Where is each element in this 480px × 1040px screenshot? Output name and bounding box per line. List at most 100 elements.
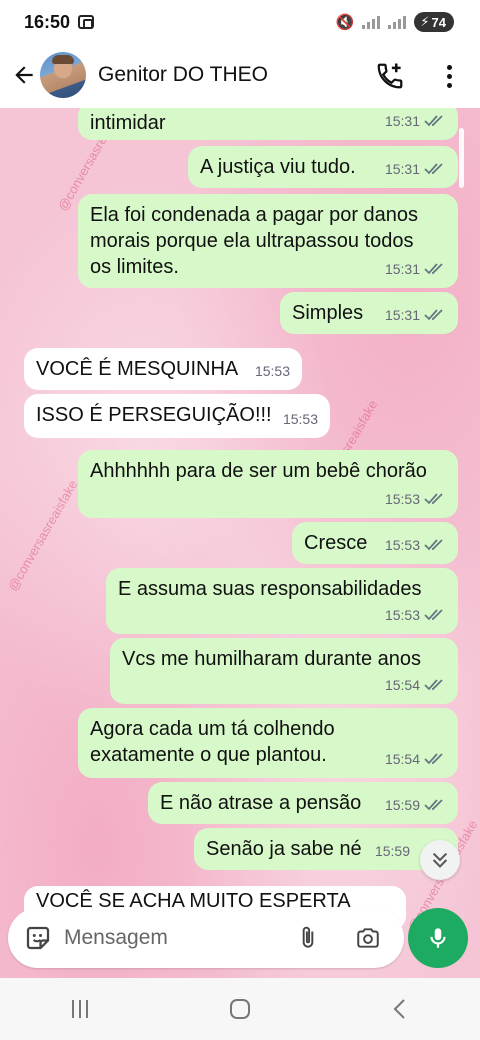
message-text: E não atrase a pensão xyxy=(160,792,362,814)
microphone-icon xyxy=(430,928,446,948)
system-navigation-bar xyxy=(0,978,480,1040)
message-bubble-outgoing[interactable]: Ahhhhhh para de ser um bebê chorão 15:53 xyxy=(78,450,458,518)
paperclip-icon xyxy=(302,926,314,948)
message-bubble-outgoing[interactable]: E assuma suas responsabilidades 15:53 xyxy=(106,568,458,634)
message-bubble-outgoing[interactable]: Senão ja sabe né 15:59 xyxy=(194,828,458,870)
message-text: Senão ja sabe né xyxy=(206,838,362,860)
message-text: Ahhhhhh para de ser um bebê chorão xyxy=(90,460,427,482)
message-meta: 15:53 xyxy=(385,532,446,558)
scroll-to-bottom-button[interactable] xyxy=(420,840,460,880)
message-bubble-incoming[interactable]: ISSO É PERSEGUIÇÃO!!! 15:53 xyxy=(24,394,330,438)
message-time: 15:53 xyxy=(384,607,420,623)
message-time: 15:54 xyxy=(384,677,420,693)
signal-icon xyxy=(362,15,381,29)
message-time: 15:53 xyxy=(254,363,290,379)
message-time: 15:59 xyxy=(374,843,410,859)
message-meta: 15:31 xyxy=(385,156,446,182)
status-bar: 16:50 🔇 ⚡ 74 xyxy=(0,0,480,44)
home-icon xyxy=(230,999,250,1019)
read-ticks-icon xyxy=(424,609,443,621)
sticker-icon xyxy=(26,926,50,950)
message-time: 15:53 xyxy=(384,537,420,553)
sticker-button[interactable] xyxy=(14,914,62,962)
message-time: 15:31 xyxy=(384,261,420,277)
signal-icon-2 xyxy=(388,15,407,29)
message-meta: 15:53 xyxy=(385,486,446,512)
message-time: 15:54 xyxy=(384,751,420,767)
camera-icon xyxy=(357,928,379,948)
recent-apps-icon xyxy=(72,1000,88,1018)
contact-name[interactable]: Genitor DO THEO xyxy=(98,63,268,87)
back-chevron-icon xyxy=(393,999,405,1019)
battery-level: 74 xyxy=(431,14,446,30)
message-bubble-outgoing[interactable]: Agora cada um tá colhendo exatamente o q… xyxy=(78,708,458,778)
message-composer xyxy=(8,908,404,968)
read-ticks-icon xyxy=(424,163,443,175)
camera-button[interactable] xyxy=(350,920,386,956)
message-input[interactable] xyxy=(64,926,284,950)
message-meta: 15:53 xyxy=(385,602,446,628)
chat-header: Genitor DO THEO xyxy=(0,44,480,106)
status-time: 16:50 xyxy=(24,11,71,32)
message-text: Simples xyxy=(292,302,364,324)
message-bubble-outgoing[interactable]: Cresce 15:53 xyxy=(292,522,458,564)
message-bubble-outgoing[interactable]: Ela foi condenada a pagar por danos mora… xyxy=(78,194,458,288)
read-ticks-icon xyxy=(424,309,443,321)
message-meta: 15:31 xyxy=(385,256,446,282)
message-bubble-outgoing[interactable]: intimidar 15:31 xyxy=(78,108,458,140)
message-meta: 15:31 xyxy=(385,108,446,134)
message-bubble-outgoing[interactable]: Vcs me humilharam durante anos 15:54 xyxy=(110,638,458,704)
read-ticks-icon xyxy=(424,115,443,127)
phone-add-icon xyxy=(377,63,403,89)
read-ticks-icon xyxy=(424,493,443,505)
attach-button[interactable] xyxy=(290,920,326,956)
scrollbar[interactable] xyxy=(459,128,464,188)
mute-icon: 🔇 xyxy=(335,14,355,31)
read-ticks-icon xyxy=(424,753,443,765)
more-options-button[interactable] xyxy=(434,56,464,96)
charging-icon: ⚡ xyxy=(420,14,430,29)
message-time: 15:53 xyxy=(384,491,420,507)
message-time: 15:31 xyxy=(384,113,420,129)
read-ticks-icon xyxy=(424,679,443,691)
message-text: A justiça viu tudo. xyxy=(200,156,356,178)
message-text: intimidar xyxy=(90,112,166,134)
message-meta: 15:31 xyxy=(385,302,446,328)
message-meta: 15:59 xyxy=(385,792,446,818)
message-text: Ela foi condenada a pagar por danos mora… xyxy=(90,204,419,278)
message-time: 15:59 xyxy=(384,797,420,813)
message-time: 15:31 xyxy=(384,161,420,177)
message-meta: 15:59 xyxy=(375,838,410,864)
message-bubble-incoming[interactable]: VOCÊ É MESQUINHA 15:53 xyxy=(24,348,302,390)
message-bubble-outgoing[interactable]: A justiça viu tudo. 15:31 xyxy=(188,146,458,188)
avatar[interactable] xyxy=(40,52,86,98)
message-bubble-outgoing[interactable]: Simples 15:31 xyxy=(280,292,458,334)
double-chevron-down-icon xyxy=(432,852,448,868)
message-time: 15:31 xyxy=(384,307,420,323)
chat-area[interactable]: @conversasreaisfake @conversasreaisfake … xyxy=(0,108,480,978)
message-text: ISSO É PERSEGUIÇÃO!!! xyxy=(36,404,272,426)
screen-record-icon xyxy=(78,15,95,29)
message-meta: 15:54 xyxy=(385,672,446,698)
message-meta: 15:53 xyxy=(255,358,290,384)
read-ticks-icon xyxy=(424,799,443,811)
add-call-button[interactable] xyxy=(370,56,410,96)
message-text: VOCÊ É MESQUINHA xyxy=(36,358,239,380)
home-button[interactable] xyxy=(210,987,270,1031)
message-text: Agora cada um tá colhendo exatamente o q… xyxy=(90,718,335,766)
read-ticks-icon xyxy=(424,539,443,551)
message-time: 15:53 xyxy=(282,411,318,427)
watermark: @conversasreaisfake xyxy=(4,477,81,594)
message-meta: 15:54 xyxy=(385,746,446,772)
back-arrow-icon xyxy=(15,66,33,84)
voice-record-button[interactable] xyxy=(408,908,468,968)
message-bubble-outgoing[interactable]: E não atrase a pensão 15:59 xyxy=(148,782,458,824)
status-icons: 🔇 ⚡ 74 xyxy=(336,12,454,32)
message-text: Cresce xyxy=(304,532,368,554)
battery-indicator: ⚡ 74 xyxy=(414,12,454,32)
message-meta: 15:53 xyxy=(283,406,318,432)
recent-apps-button[interactable] xyxy=(50,987,110,1031)
back-nav-button[interactable] xyxy=(370,987,430,1031)
read-ticks-icon xyxy=(424,263,443,275)
message-text: E assuma suas responsabilidades xyxy=(118,578,422,600)
